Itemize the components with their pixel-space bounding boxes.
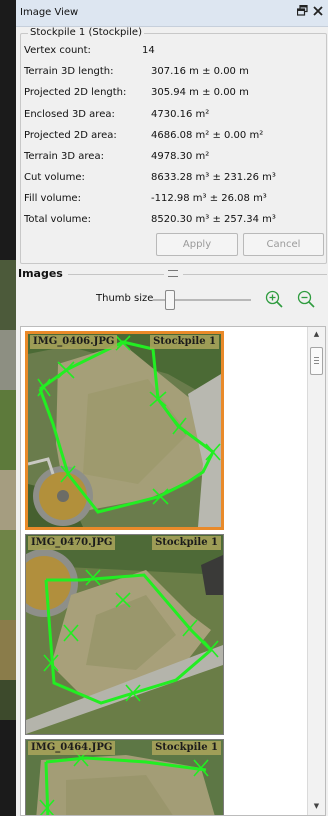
cut-volume-value: 8633.28 m³ ± 231.26 m³ (151, 172, 276, 183)
images-header-divider (68, 274, 164, 275)
thumb-size-label: Thumb size (96, 293, 154, 304)
panel-title: Image View (20, 7, 79, 18)
terrain-3d-area-label: Terrain 3D area: (24, 151, 104, 162)
enclosed-3d-area-value: 4730.16 m² (151, 109, 210, 120)
projected-2d-length-label: Projected 2D length: (24, 87, 127, 98)
images-header-divider (183, 274, 327, 275)
thumbnail-list-scrollbar[interactable]: ▲ ▼ (307, 327, 325, 815)
enclosed-3d-area-label: Enclosed 3D area: (24, 109, 115, 120)
image-view-panel: Image View Stockpile 1 (Stockpile) Verte… (16, 0, 328, 816)
grip-line (314, 363, 319, 364)
splitter-handle[interactable] (168, 270, 178, 277)
projected-2d-area-label: Projected 2D area: (24, 130, 117, 141)
group-title: Stockpile 1 (Stockpile) (28, 27, 144, 38)
scroll-up-icon[interactable]: ▲ (308, 327, 325, 341)
fill-volume-value: -112.98 m³ ± 26.08 m³ (151, 193, 267, 204)
thumb-size-slider-handle[interactable] (165, 290, 175, 310)
background-view-strip (0, 0, 16, 816)
terrain-3d-area-value: 4978.30 m² (151, 151, 210, 162)
thumbnail-object-label: Stockpile 1 (152, 536, 221, 550)
panel-titlebar[interactable]: Image View (16, 0, 328, 27)
thumbnail-item[interactable]: IMG_0406.JPG Stockpile 1 (25, 331, 224, 530)
terrain-3d-length-label: Terrain 3D length: (24, 66, 114, 77)
thumbnail-object-label: Stockpile 1 (152, 741, 221, 755)
grip-line (314, 360, 319, 361)
zoom-out-icon[interactable] (296, 289, 316, 309)
zoom-in-icon[interactable] (264, 289, 284, 309)
projected-2d-area-value: 4686.08 m² ± 0.00 m² (151, 130, 264, 141)
cancel-button[interactable]: Cancel (243, 233, 324, 256)
images-section-header: Images (18, 267, 63, 280)
scrollbar-thumb[interactable] (310, 347, 323, 375)
thumbnail-item[interactable]: IMG_0470.JPG Stockpile 1 (25, 534, 224, 735)
thumbnail-filename: IMG_0406.JPG (30, 335, 118, 349)
thumbnail-filename: IMG_0464.JPG (28, 741, 116, 755)
aerial-photo (26, 535, 223, 734)
total-volume-value: 8520.30 m³ ± 257.34 m³ (151, 214, 276, 225)
restore-icon[interactable] (296, 4, 308, 19)
projected-2d-length-value: 305.94 m ± 0.00 m (151, 87, 249, 98)
scroll-down-icon[interactable]: ▼ (308, 799, 325, 813)
cut-volume-label: Cut volume: (24, 172, 85, 183)
image-thumbnail-list[interactable]: IMG_0406.JPG Stockpile 1 IMG_0470.JPG St… (20, 326, 326, 816)
vertex-count-value: 14 (142, 45, 155, 56)
apply-button[interactable]: Apply (156, 233, 238, 256)
close-icon[interactable] (313, 5, 323, 19)
fill-volume-label: Fill volume: (24, 193, 81, 204)
thumbnail-item[interactable]: IMG_0464.JPG Stockpile 1 (25, 739, 224, 815)
thumbnail-filename: IMG_0470.JPG (28, 536, 116, 550)
vertex-count-label: Vertex count: (24, 45, 91, 56)
grip-line (314, 357, 319, 358)
aerial-photo (28, 334, 221, 527)
total-volume-label: Total volume: (24, 214, 91, 225)
thumbnail-object-label: Stockpile 1 (150, 335, 219, 349)
terrain-3d-length-value: 307.16 m ± 0.00 m (151, 66, 249, 77)
